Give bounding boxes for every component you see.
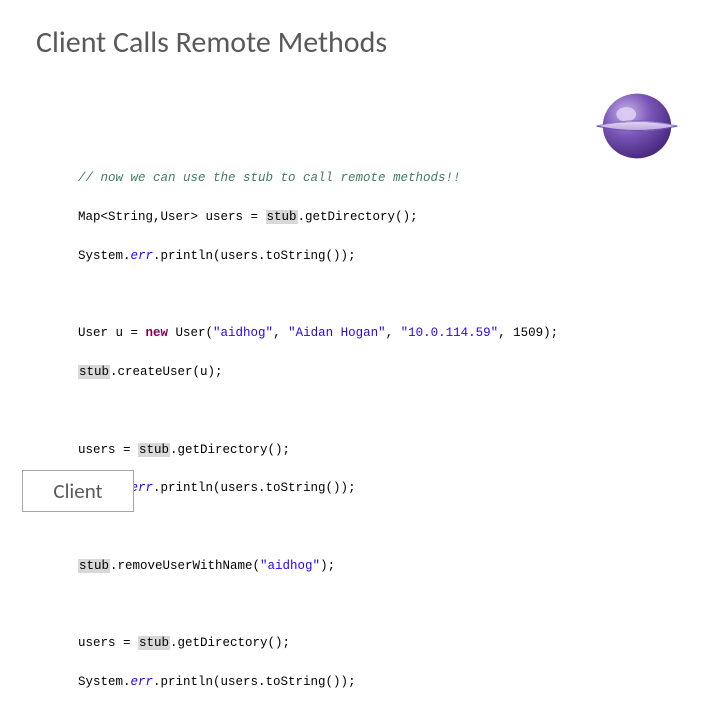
- code-text: ,: [386, 326, 401, 340]
- code-field: err: [131, 249, 154, 263]
- eclipse-logo-icon: [592, 90, 682, 160]
- code-stub: stub: [78, 365, 110, 379]
- code-text: users =: [78, 636, 138, 650]
- code-text: User u =: [78, 326, 146, 340]
- code-text: , 1509);: [498, 326, 558, 340]
- code-field: err: [131, 675, 154, 689]
- code-stub: stub: [138, 443, 170, 457]
- code-text: .getDirectory();: [170, 443, 290, 457]
- code-text: User(: [168, 326, 213, 340]
- code-stub: stub: [266, 210, 298, 224]
- code-text: .println(users.toString());: [153, 249, 356, 263]
- client-label-box: Client: [22, 470, 134, 512]
- code-string: "aidhog": [213, 326, 273, 340]
- code-string: "10.0.114.59": [401, 326, 499, 340]
- code-string: "aidhog": [260, 559, 320, 573]
- code-text: ,: [273, 326, 288, 340]
- code-text: Map<String,User> users =: [78, 210, 266, 224]
- code-text: .println(users.toString());: [153, 675, 356, 689]
- code-keyword: new: [146, 326, 169, 340]
- code-string: "Aidan Hogan": [288, 326, 386, 340]
- code-text: System.: [78, 249, 131, 263]
- slide-title: Client Calls Remote Methods: [36, 24, 387, 61]
- code-text: );: [320, 559, 335, 573]
- code-text: .getDirectory();: [298, 210, 418, 224]
- code-text: .createUser(u);: [110, 365, 223, 379]
- code-stub: stub: [138, 636, 170, 650]
- code-stub: stub: [78, 559, 110, 573]
- code-text: users =: [78, 443, 138, 457]
- code-snippet: // now we can use the stub to call remot…: [78, 150, 558, 712]
- client-label: Client: [53, 478, 102, 504]
- code-text: .getDirectory();: [170, 636, 290, 650]
- code-text: .println(users.toString());: [153, 481, 356, 495]
- code-text: System.: [78, 675, 131, 689]
- code-text: .removeUserWithName(: [110, 559, 260, 573]
- code-comment: // now we can use the stub to call remot…: [78, 171, 461, 185]
